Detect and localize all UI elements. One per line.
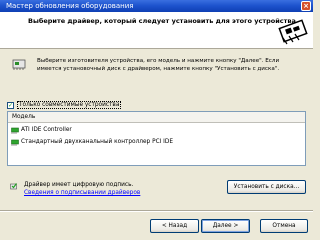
compatible-only-checkbox[interactable]: ✓ Только совместимые устройства (7, 100, 310, 110)
list-item[interactable]: ATI IDE Controller (8, 125, 305, 135)
compatible-only-label[interactable]: Только совместимые устройства (17, 101, 122, 109)
title-bar: Мастер обновления оборудования × (0, 0, 313, 12)
header-title: Выберите драйвер, который следует устано… (28, 17, 299, 25)
model-list[interactable]: Модель ATI IDE Controller Стандартный дв… (7, 111, 306, 166)
install-from-disk-button[interactable]: Установить с диска... (227, 180, 306, 194)
instructions-line-1: Выберите изготовителя устройства, его мо… (37, 58, 280, 64)
hardware-board-icon (278, 19, 308, 45)
window-title: Мастер обновления оборудования (6, 2, 134, 10)
cancel-button[interactable]: Отмена (260, 219, 308, 233)
list-item-label: Стандартный двухканальный контроллер PCI… (21, 139, 174, 145)
list-item-label: ATI IDE Controller (21, 127, 72, 133)
next-button[interactable]: Далее > (201, 219, 250, 233)
controller-device-icon (11, 127, 19, 134)
wizard-header: Выберите драйвер, который следует устано… (0, 12, 313, 49)
close-button[interactable]: × (301, 1, 311, 11)
instructions-text: Выберите изготовителя устройства, его мо… (37, 57, 309, 73)
signing-info-link[interactable]: Сведения о подписывании драйверов (24, 190, 140, 196)
instructions-line-2: имеется установочный диск с драйвером, н… (37, 66, 280, 72)
list-item[interactable]: Стандартный двухканальный контроллер PCI… (8, 137, 305, 147)
back-button[interactable]: < Назад (150, 219, 199, 233)
checkbox-box[interactable]: ✓ (7, 101, 14, 109)
device-card-icon (12, 59, 26, 70)
signature-status: Драйвер имеет цифровую подпись. (24, 182, 134, 188)
signed-driver-icon (10, 183, 17, 190)
column-header-model[interactable]: Модель (8, 112, 305, 123)
divider (0, 210, 313, 212)
controller-device-icon (11, 139, 19, 146)
